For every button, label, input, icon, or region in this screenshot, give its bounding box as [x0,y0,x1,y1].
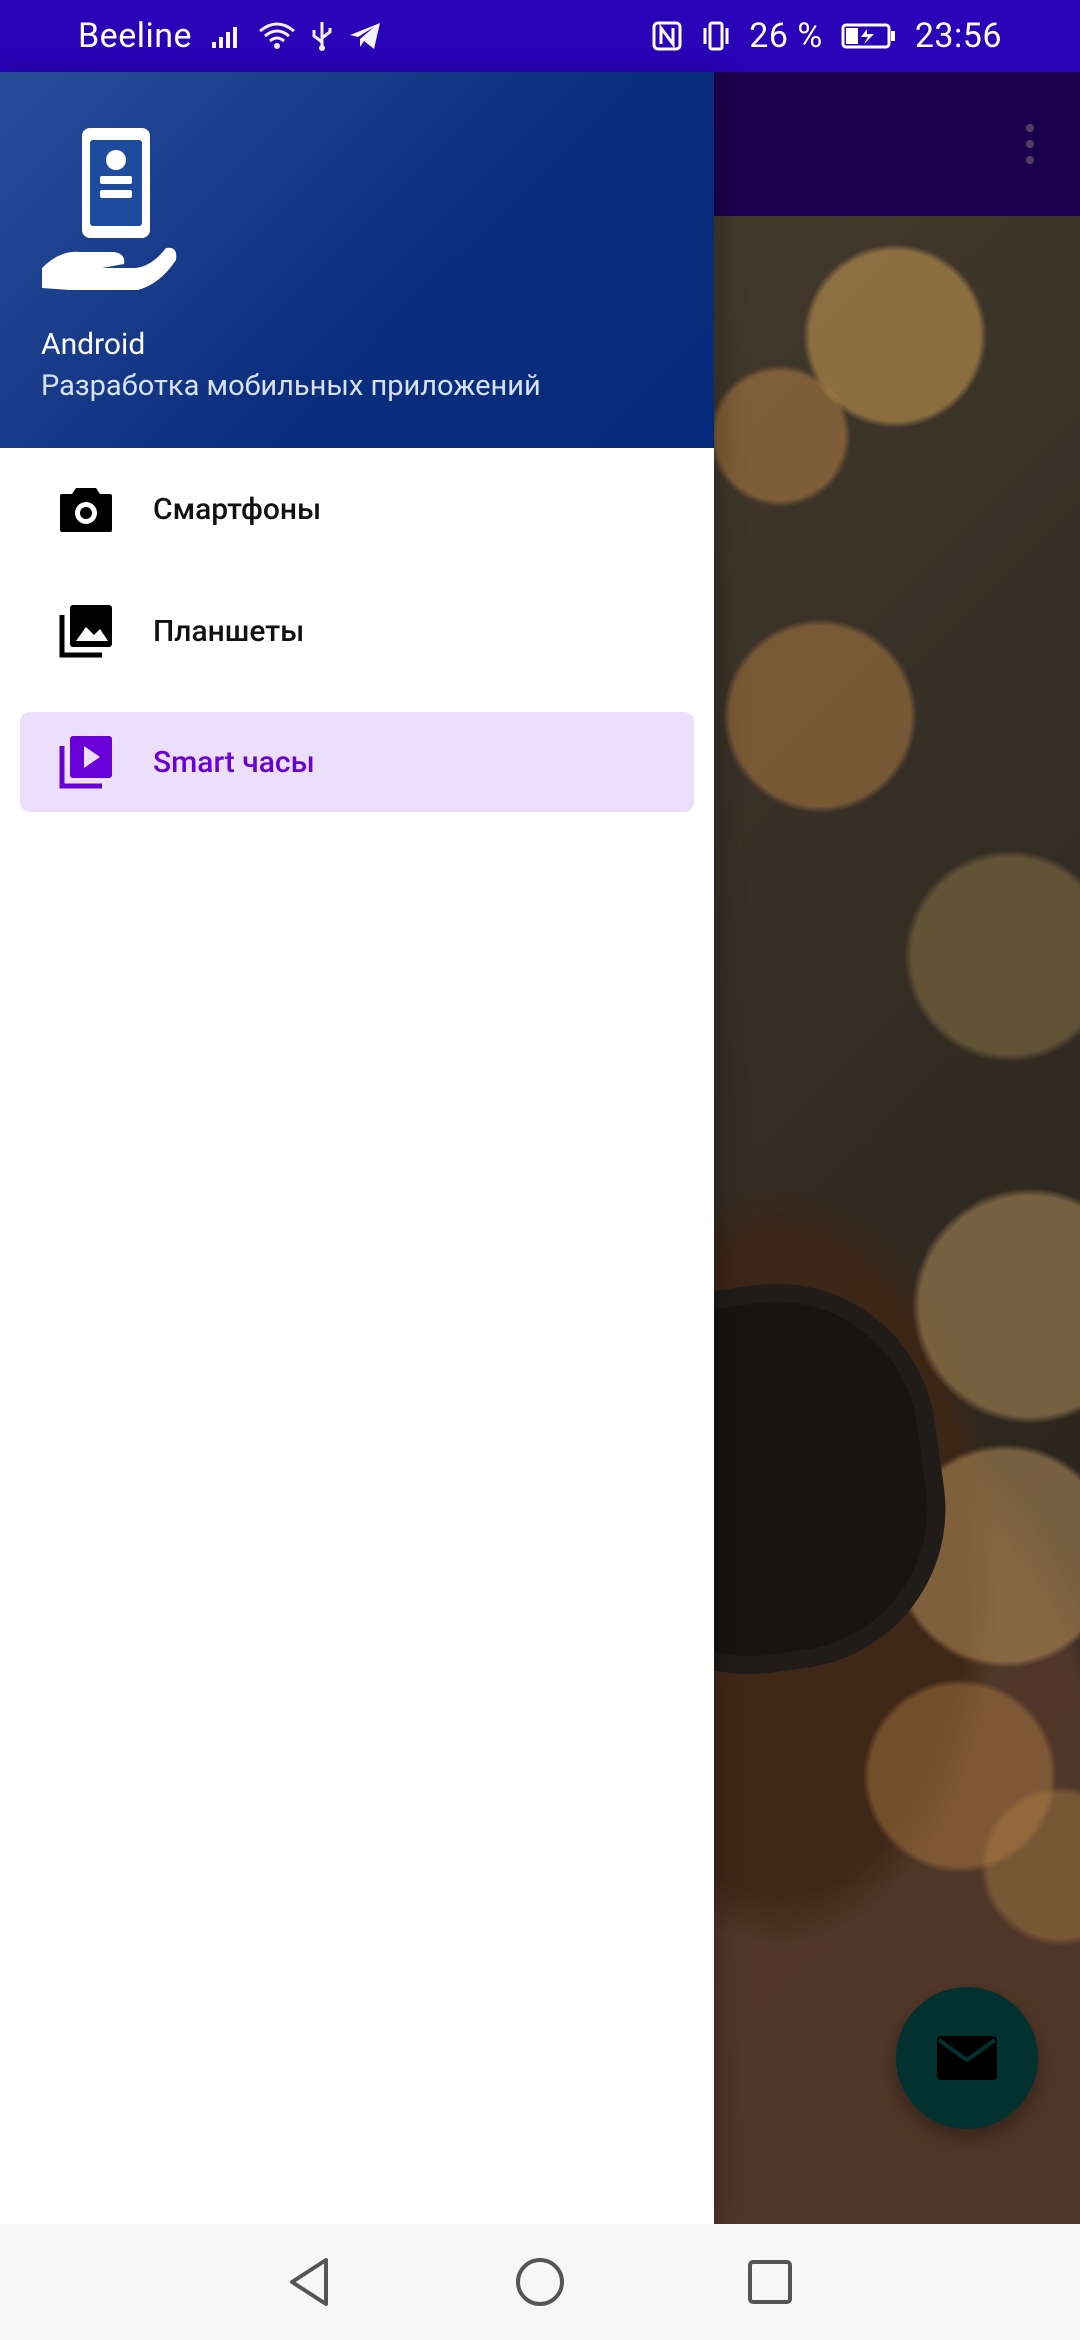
nfc-icon [652,21,682,51]
back-button[interactable] [275,2247,345,2317]
drawer-menu: Смартфоны Планшеты Smart часы [0,448,714,812]
signal-icon [212,27,238,48]
navigation-drawer: Android Разработка мобильных приложений … [0,72,714,2224]
drawer-subtitle: Разработка мобильных приложений [41,369,541,403]
video-library-icon [58,734,114,790]
status-left-icons [210,20,382,52]
clock: 23:56 [914,16,1002,56]
home-button[interactable] [505,2247,575,2317]
recents-icon [748,2260,792,2304]
usb-icon [312,22,332,51]
drawer-item-smartwatch[interactable]: Smart часы [20,712,694,812]
drawer-item-label: Smart часы [153,744,315,780]
drawer-item-smartphones[interactable]: Смартфоны [20,448,694,570]
telegram-icon [350,23,381,49]
battery-charging-icon [841,23,895,49]
drawer-item-tablets[interactable]: Планшеты [20,570,694,692]
drawer-item-label: Планшеты [153,613,305,649]
drawer-header: Android Разработка мобильных приложений [0,72,714,448]
status-left: Beeline [78,16,382,56]
camera-icon [58,481,114,537]
home-icon [516,2258,564,2306]
back-icon [290,2258,328,2306]
status-right: 26 % 23:56 [651,16,1002,56]
carrier-name: Beeline [78,16,193,56]
photo-library-icon [58,603,114,659]
phone-in-hand-icon [42,128,177,290]
battery-percent: 26 % [749,16,823,56]
drawer-title: Android [41,327,146,362]
drawer-item-label: Смартфоны [153,491,322,527]
wifi-icon [259,22,296,49]
status-bar: Beeline 26 % 23:56 [0,0,1080,72]
vibrate-icon [703,21,729,51]
recents-button[interactable] [735,2247,805,2317]
system-nav-bar [0,2224,1080,2340]
